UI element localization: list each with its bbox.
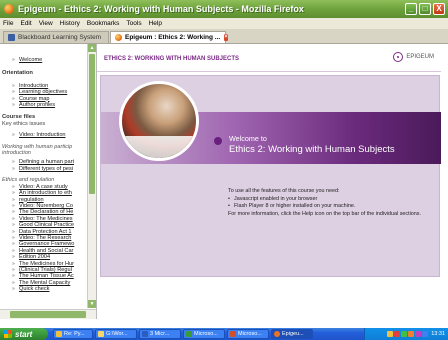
menu-bookmarks[interactable]: Bookmarks xyxy=(87,20,120,27)
taskbar: start Re: Py... G:\Wor... 3 Micr... Micr… xyxy=(0,328,448,340)
requirements-intro: To use all the features of this course y… xyxy=(228,188,340,194)
firefox-icon xyxy=(4,4,14,14)
task-label: G:\Wor... xyxy=(106,331,128,337)
word-icon xyxy=(142,331,148,337)
tab-label: Blackboard Learning System xyxy=(18,34,102,41)
welcome-course-title: Ethics 2: Working with Human Subjects xyxy=(229,144,395,155)
folder-icon xyxy=(98,331,104,337)
tray-icon[interactable] xyxy=(401,331,408,337)
mail-icon xyxy=(56,331,62,337)
menu-tools[interactable]: Tools xyxy=(126,20,141,27)
tray-icon[interactable] xyxy=(422,331,429,337)
menu-file[interactable]: File xyxy=(3,20,13,27)
tab-close-icon[interactable]: × xyxy=(224,34,228,41)
close-button[interactable]: X xyxy=(433,3,445,15)
divider xyxy=(97,71,441,72)
tab-epigeum[interactable]: Epigeum : Ethics 2: Working ... × xyxy=(110,31,228,43)
sidebar-vertical-scrollbar[interactable]: ▲ ▼ xyxy=(87,44,96,308)
course-photo xyxy=(119,81,199,161)
system-tray: 13:31 xyxy=(364,328,448,340)
menu-bar: File Edit View History Bookmarks Tools H… xyxy=(0,18,448,29)
menu-help[interactable]: Help xyxy=(149,20,162,27)
sidebar-item-video-introduction[interactable]: Video: Introduction xyxy=(12,132,88,138)
epigeum-logo: EPIGEUM xyxy=(393,52,434,62)
scroll-down-icon[interactable]: ▼ xyxy=(88,300,96,308)
epigeum-logo-icon xyxy=(393,52,404,62)
sidebar-horizontal-scrollbar[interactable] xyxy=(0,309,96,319)
logo-text: EPIGEUM xyxy=(406,54,434,60)
firefox-icon xyxy=(115,34,122,41)
clock: 13:31 xyxy=(431,331,445,337)
window-title: Epigeum - Ethics 2: Working with Human S… xyxy=(18,4,304,14)
tab-blackboard[interactable]: Blackboard Learning System xyxy=(3,31,109,43)
task-label: Epigeu... xyxy=(282,331,304,337)
scroll-up-icon[interactable]: ▲ xyxy=(88,44,96,52)
requirement-javascript: Javascript enabled in your browser xyxy=(228,196,438,204)
task-button[interactable]: Microso... xyxy=(183,329,225,339)
requirement-flash: Flash Player 8 or higher installed on yo… xyxy=(228,203,438,211)
title-bar: Epigeum - Ethics 2: Working with Human S… xyxy=(0,0,448,18)
sidebar-item-welcome[interactable]: Welcome xyxy=(12,57,88,63)
windows-logo-icon xyxy=(4,330,12,338)
menu-history[interactable]: History xyxy=(60,20,80,27)
tray-icon[interactable] xyxy=(387,331,394,337)
maximize-button[interactable]: □ xyxy=(419,3,431,15)
sidebar-item-quick-check[interactable]: Quick check xyxy=(12,286,88,292)
scrollbar-thumb[interactable] xyxy=(89,54,95,194)
task-button[interactable]: G:\Wor... xyxy=(95,329,137,339)
start-label: start xyxy=(15,329,33,339)
task-button[interactable]: Microso... xyxy=(227,329,269,339)
main-content: ETHICS 2: WORKING WITH HUMAN SUBJECTS EP… xyxy=(97,44,448,319)
menu-edit[interactable]: Edit xyxy=(20,20,31,27)
requirements-info: To use all the features of this course y… xyxy=(228,188,438,218)
start-button[interactable]: start xyxy=(0,328,48,340)
tab-bar: Blackboard Learning System Epigeum : Eth… xyxy=(0,29,448,44)
task-label: Microso... xyxy=(194,331,218,337)
course-sidebar: Welcome Orientation Introduction Learnin… xyxy=(0,44,97,319)
task-button[interactable]: 3 Micr... xyxy=(139,329,181,339)
tray-icon[interactable] xyxy=(408,331,415,337)
window-controls: _ □ X xyxy=(405,3,445,15)
tray-icon[interactable] xyxy=(415,331,422,337)
tab-label: Epigeum : Ethics 2: Working ... xyxy=(125,34,221,41)
powerpoint-icon xyxy=(230,331,236,337)
welcome-panel: Welcome to Ethics 2: Working with Human … xyxy=(100,75,441,277)
task-button-active[interactable]: Epigeu... xyxy=(271,329,313,339)
help-note: For more information, click the Help ico… xyxy=(228,210,421,217)
sidebar-item-types[interactable]: Different types of pesi xyxy=(12,166,88,172)
menu-view[interactable]: View xyxy=(39,20,53,27)
tray-icon[interactable] xyxy=(394,331,401,337)
scrollbar-thumb[interactable] xyxy=(10,311,86,318)
sidebar-content: Welcome Orientation Introduction Learnin… xyxy=(0,44,88,293)
banner-dot-icon xyxy=(214,137,222,145)
page-icon xyxy=(8,34,15,41)
sidebar-item-author-profiles[interactable]: Author profiles xyxy=(12,102,88,108)
task-label: Microso... xyxy=(238,331,262,337)
taskbar-tasks: Re: Py... G:\Wor... 3 Micr... Microso...… xyxy=(53,329,313,339)
firefox-icon xyxy=(274,331,280,337)
welcome-text: Welcome to xyxy=(229,134,267,143)
minimize-button[interactable]: _ xyxy=(405,3,417,15)
excel-icon xyxy=(186,331,192,337)
task-label: 3 Micr... xyxy=(150,331,170,337)
course-heading: ETHICS 2: WORKING WITH HUMAN SUBJECTS xyxy=(104,56,239,62)
task-button[interactable]: Re: Py... xyxy=(53,329,93,339)
task-label: Re: Py... xyxy=(64,331,85,337)
